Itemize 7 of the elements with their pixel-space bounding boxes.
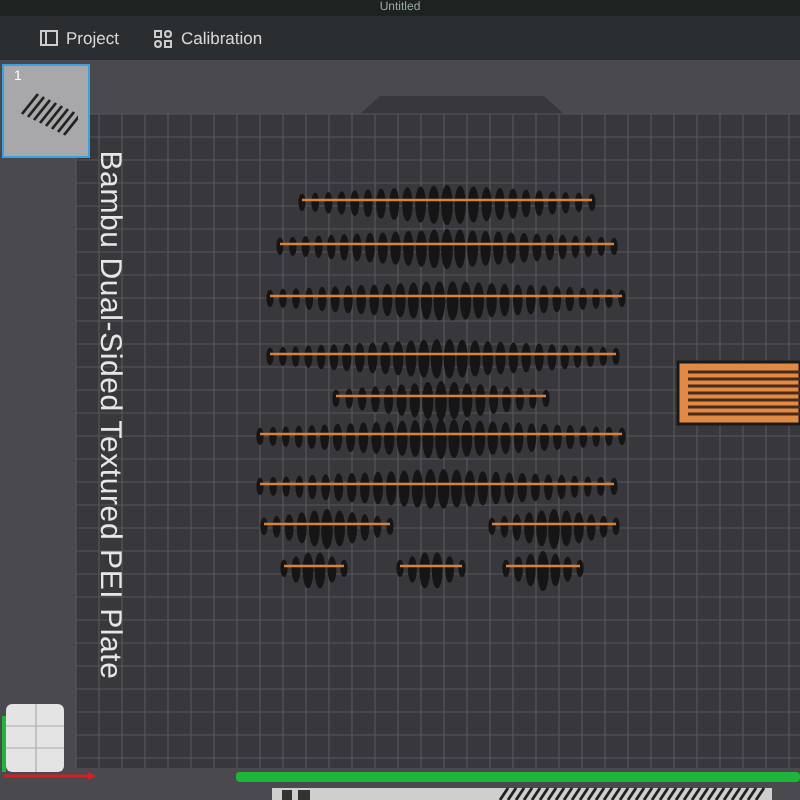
nodes-icon [154, 29, 173, 47]
axis-gizmo-drawing [2, 703, 96, 780]
plate-label: Bambu Dual-Sided Textured PEI Plate [90, 150, 129, 684]
model-block [676, 360, 800, 426]
menu-tab[interactable]: Calibration [154, 25, 263, 51]
menu-tab[interactable]: Project [40, 25, 119, 51]
panel-icon [40, 30, 58, 46]
